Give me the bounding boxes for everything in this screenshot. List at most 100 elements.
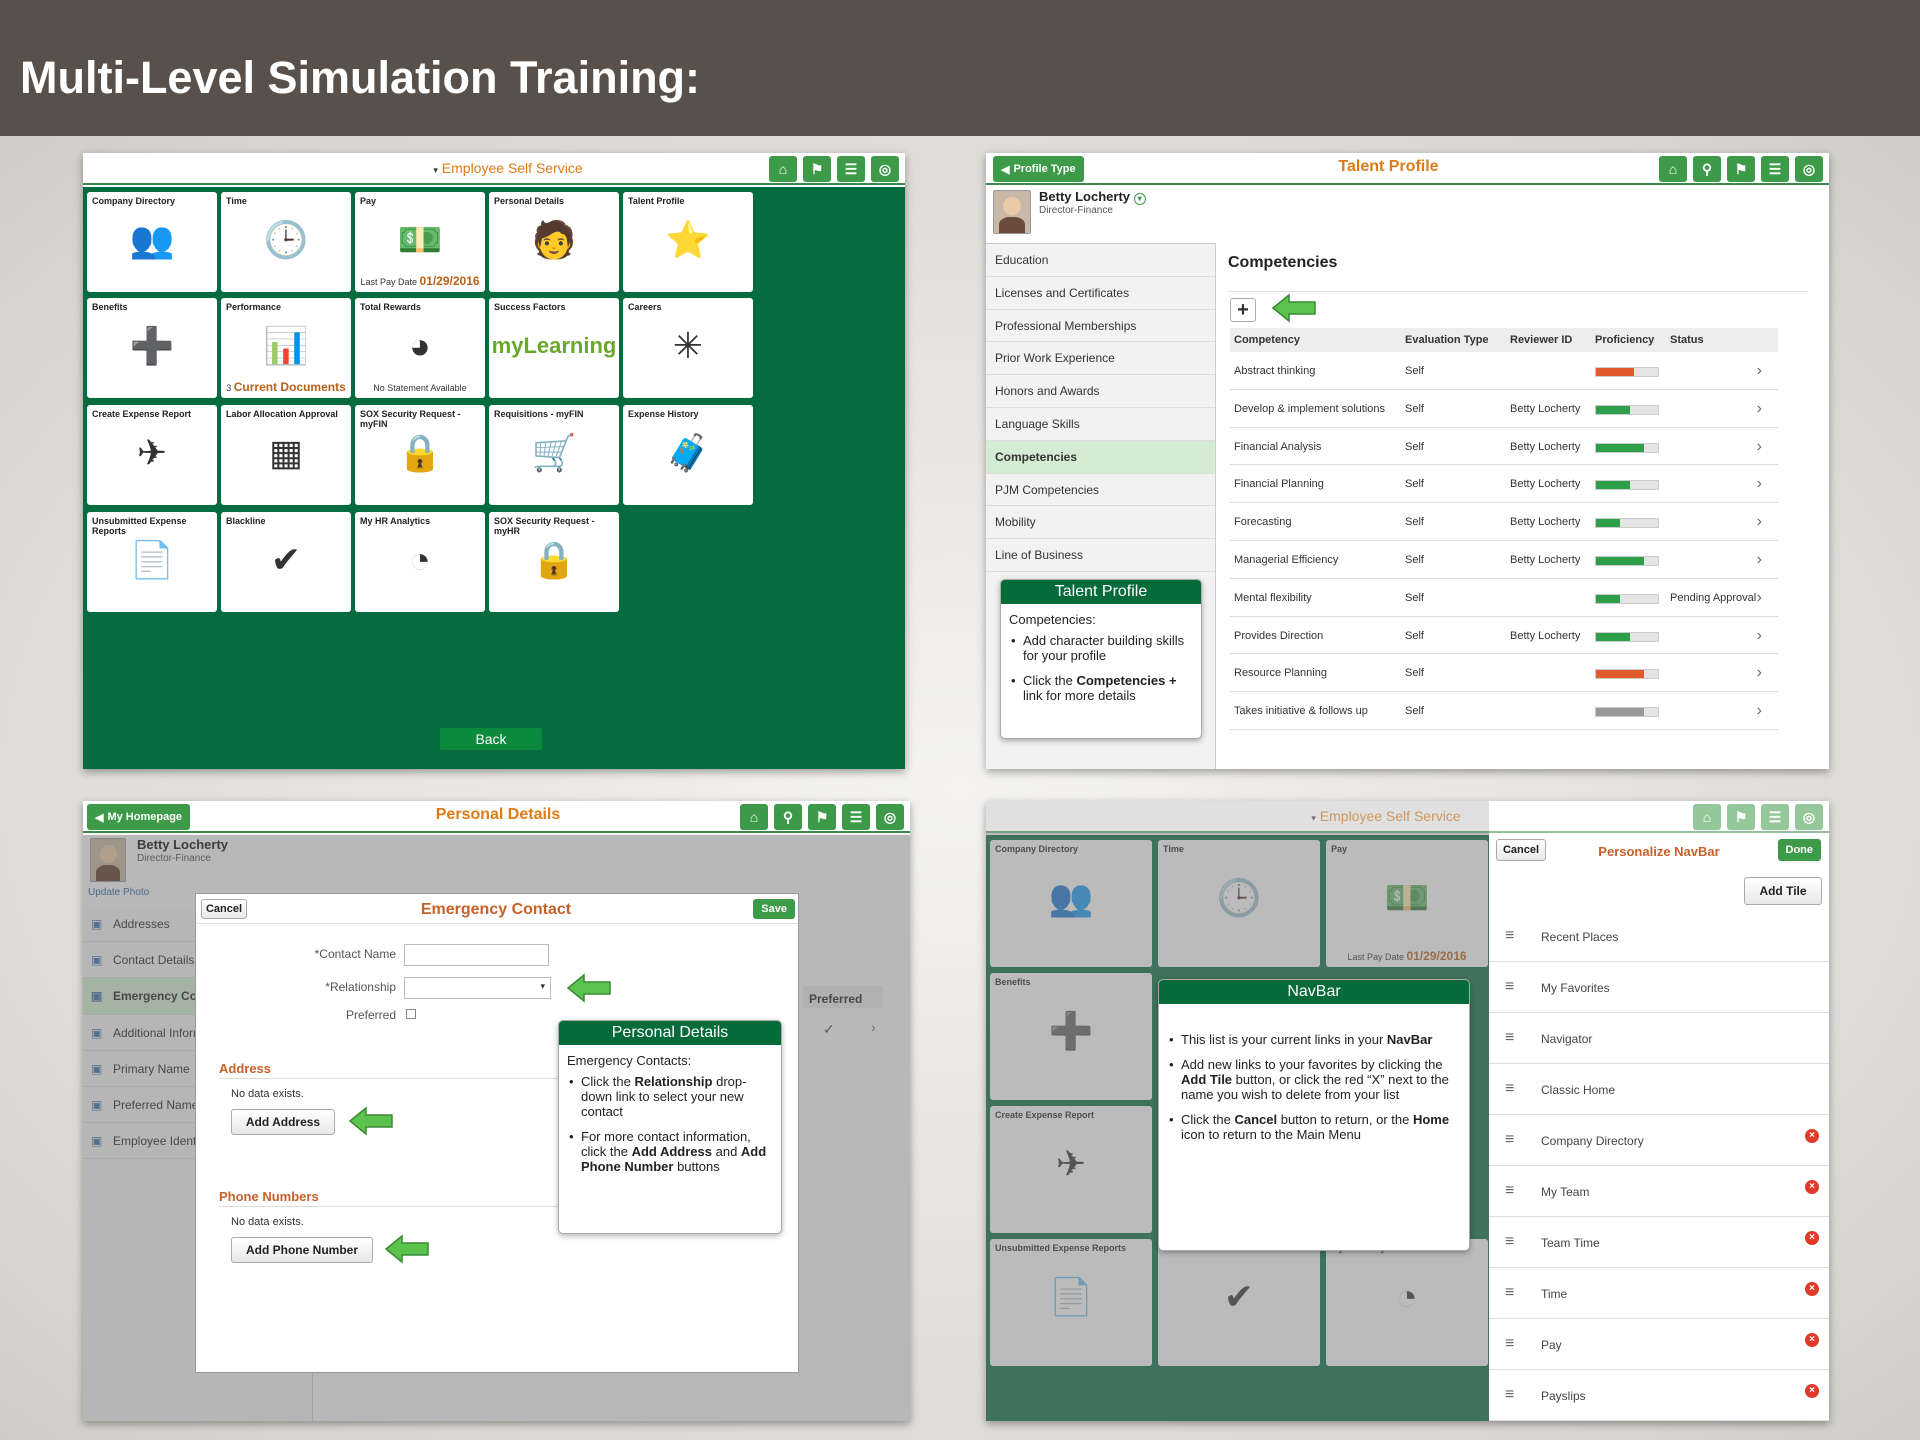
sidebar-item[interactable]: Mobility — [986, 506, 1215, 540]
cancel-button[interactable]: Cancel — [1496, 839, 1546, 861]
search-icon[interactable]: ⚲ — [774, 804, 802, 830]
flag-icon[interactable]: ⚑ — [1727, 804, 1755, 830]
navbar-compass-icon[interactable]: ◎ — [876, 804, 904, 830]
drag-handle-icon[interactable]: ≡ — [1505, 978, 1514, 996]
drag-handle-icon[interactable]: ≡ — [1505, 1233, 1514, 1251]
my-homepage-button[interactable]: ◀ My Homepage — [87, 804, 191, 830]
add-phone-number-button[interactable]: Add Phone Number — [231, 1237, 373, 1263]
navbar-item[interactable]: ≡ Time × — [1489, 1268, 1829, 1319]
chevron-right-icon[interactable]: › — [1757, 664, 1762, 682]
search-icon[interactable]: ⚲ — [1693, 156, 1721, 182]
chevron-down-icon[interactable]: ▾ — [1133, 193, 1146, 205]
homepage-selector[interactable]: ▾ Employee Self Service — [1286, 808, 1486, 824]
navbar-compass-icon[interactable]: ◎ — [1795, 804, 1823, 830]
navbar-item[interactable]: ≡ Pay × — [1489, 1319, 1829, 1370]
tile[interactable]: Talent Profile ⭐ — [623, 192, 753, 292]
sidebar-item[interactable]: Professional Memberships — [986, 310, 1215, 343]
table-row[interactable]: Managerial Efficiency Self Betty Locherty › — [1230, 541, 1778, 579]
drag-handle-icon[interactable]: ≡ — [1505, 1386, 1514, 1404]
drag-handle-icon[interactable]: ≡ — [1505, 1335, 1514, 1353]
navbar-compass-icon[interactable]: ◎ — [1795, 156, 1823, 182]
navbar-compass-icon[interactable]: ◎ — [871, 156, 899, 182]
chevron-right-icon[interactable]: › — [1757, 475, 1762, 493]
tile[interactable]: Personal Details 🧑 — [489, 192, 619, 292]
table-row[interactable]: Forecasting Self Betty Locherty › — [1230, 503, 1778, 541]
chevron-right-icon[interactable]: › — [1757, 627, 1762, 645]
remove-icon[interactable]: × — [1805, 1231, 1819, 1245]
table-row[interactable]: Resource Planning Self › — [1230, 654, 1778, 693]
tile[interactable]: Requisitions - myFIN 🛒 — [489, 405, 619, 505]
menu-icon[interactable]: ☰ — [1761, 804, 1789, 830]
tile[interactable]: Create Expense Report ✈ — [87, 405, 217, 505]
chevron-right-icon[interactable]: › — [1757, 702, 1762, 720]
table-row[interactable]: Abstract thinking Self › — [1230, 352, 1778, 390]
tile[interactable]: SOX Security Request - myHR 🔒 — [489, 512, 619, 612]
drag-handle-icon[interactable]: ≡ — [1505, 1029, 1514, 1047]
sidebar-item[interactable]: Competencies — [986, 440, 1215, 474]
navbar-item[interactable]: ≡ My Favorites — [1489, 962, 1829, 1013]
add-address-button[interactable]: Add Address — [231, 1109, 335, 1135]
contact-name-field[interactable] — [404, 944, 549, 966]
tile[interactable]: Labor Allocation Approval ▦ — [221, 405, 351, 505]
navbar-item[interactable]: ≡ Team Time × — [1489, 1217, 1829, 1268]
menu-icon[interactable]: ☰ — [1761, 156, 1789, 182]
navbar-item[interactable]: ≡ Recent Places — [1489, 911, 1829, 962]
drag-handle-icon[interactable]: ≡ — [1505, 1182, 1514, 1200]
menu-icon[interactable]: ☰ — [837, 156, 865, 182]
relationship-dropdown[interactable]: ▾ — [404, 977, 551, 999]
sidebar-item[interactable]: Line of Business — [986, 539, 1215, 572]
tile[interactable]: Company Directory 👥 — [87, 192, 217, 292]
sidebar-item[interactable]: Licenses and Certificates — [986, 277, 1215, 310]
sidebar-item[interactable]: PJM Competencies — [986, 474, 1215, 507]
flag-icon[interactable]: ⚑ — [808, 804, 836, 830]
remove-icon[interactable]: × — [1805, 1384, 1819, 1398]
drag-handle-icon[interactable]: ≡ — [1505, 1131, 1514, 1149]
home-icon[interactable]: ⌂ — [1659, 156, 1687, 182]
remove-icon[interactable]: × — [1805, 1129, 1819, 1143]
remove-icon[interactable]: × — [1805, 1282, 1819, 1296]
tile[interactable]: Success Factors myLearning — [489, 298, 619, 398]
sidebar-item[interactable]: Prior Work Experience — [986, 342, 1215, 376]
home-icon[interactable]: ⌂ — [769, 156, 797, 182]
tile[interactable]: Total Rewards ◕ No Statement Available — [355, 298, 485, 398]
tile[interactable]: SOX Security Request - myFIN 🔒 — [355, 405, 485, 505]
remove-icon[interactable]: × — [1805, 1333, 1819, 1347]
table-row[interactable]: Takes initiative & follows up Self › — [1230, 692, 1778, 730]
home-icon[interactable]: ⌂ — [1693, 804, 1721, 830]
add-tile-button[interactable]: Add Tile — [1744, 877, 1822, 905]
profile-type-button[interactable]: ◀ Profile Type — [993, 156, 1084, 182]
navbar-item[interactable]: ≡ Navigator — [1489, 1013, 1829, 1064]
navbar-item[interactable]: ≡ Classic Home — [1489, 1064, 1829, 1115]
save-button[interactable]: Save — [753, 899, 795, 919]
add-competency-button[interactable]: + — [1230, 298, 1256, 322]
table-row[interactable]: Financial Planning Self Betty Locherty › — [1230, 465, 1778, 504]
table-row[interactable]: Provides Direction Self Betty Locherty › — [1230, 617, 1778, 655]
tile[interactable]: Expense History 🧳 — [623, 405, 753, 505]
sidebar-item[interactable]: Education — [986, 244, 1215, 277]
chevron-right-icon[interactable]: › — [1757, 438, 1762, 456]
table-row[interactable]: Mental flexibility Self Pending Approval › — [1230, 579, 1778, 617]
done-button[interactable]: Done — [1777, 839, 1821, 861]
tile[interactable]: My HR Analytics ◔ — [355, 512, 485, 612]
back-button[interactable]: Back — [440, 728, 542, 750]
navbar-item[interactable]: ≡ My Team × — [1489, 1166, 1829, 1217]
chevron-right-icon[interactable]: › — [1757, 513, 1762, 531]
drag-handle-icon[interactable]: ≡ — [1505, 927, 1514, 945]
menu-icon[interactable]: ☰ — [842, 804, 870, 830]
tile[interactable]: Time 🕒 — [221, 192, 351, 292]
tile[interactable]: Pay 💵 Last Pay Date 01/29/2016 — [355, 192, 485, 292]
flag-icon[interactable]: ⚑ — [803, 156, 831, 182]
home-icon[interactable]: ⌂ — [740, 804, 768, 830]
remove-icon[interactable]: × — [1805, 1180, 1819, 1194]
table-row[interactable]: Financial Analysis Self Betty Locherty › — [1230, 428, 1778, 466]
table-row[interactable]: Develop & implement solutions Self Betty L… — [1230, 390, 1778, 428]
tile[interactable]: Careers ✳ — [623, 298, 753, 398]
chevron-right-icon[interactable]: › — [1757, 362, 1762, 380]
sidebar-item[interactable]: Honors and Awards — [986, 375, 1215, 408]
flag-icon[interactable]: ⚑ — [1727, 156, 1755, 182]
sidebar-item[interactable]: Language Skills — [986, 408, 1215, 441]
navbar-item[interactable]: ≡ Company Directory × — [1489, 1115, 1829, 1166]
drag-handle-icon[interactable]: ≡ — [1505, 1080, 1514, 1098]
navbar-item[interactable]: ≡ Payslips × — [1489, 1370, 1829, 1421]
preferred-checkbox[interactable] — [406, 1009, 416, 1019]
